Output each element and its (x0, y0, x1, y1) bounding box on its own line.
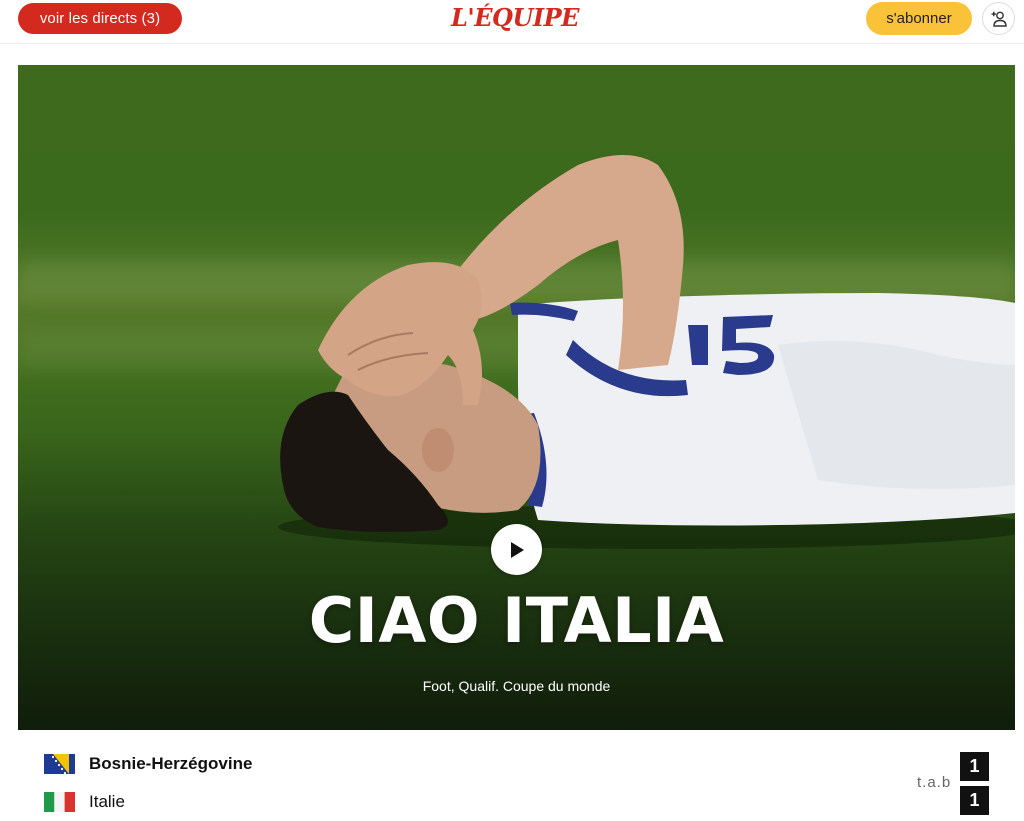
away-team-name: Italie (89, 792, 125, 811)
home-score: 1 (960, 752, 989, 781)
away-score: 1 (960, 786, 989, 815)
user-add-icon (991, 11, 1007, 27)
home-team-name: Bosnie-Herzégovine (89, 754, 253, 773)
article-headline[interactable]: CIAO ITALIA (18, 583, 1015, 659)
subscribe-button[interactable]: s'abonner (866, 2, 972, 35)
live-matches-button[interactable]: voir les directs (3) (18, 3, 182, 34)
team-row-home: Bosnie-Herzégovine (44, 752, 252, 776)
play-video-button[interactable] (491, 524, 542, 575)
play-icon (510, 541, 524, 558)
match-score-card[interactable]: Bosnie-Herzégovine Italie t.a.b 1 1 (0, 740, 1024, 821)
penalty-shootout-note: t.a.b (917, 774, 952, 791)
article-category: Foot, Qualif. Coupe du monde (422, 678, 611, 694)
hero-article[interactable]: CIAO ITALIA Foot, Qualif. Coupe du monde (18, 65, 1015, 730)
italy-flag-icon (44, 792, 75, 812)
lequipe-logo[interactable]: L'ÉQUIPE (450, 3, 580, 33)
account-button[interactable] (982, 2, 1015, 35)
top-header: voir les directs (3) L'ÉQUIPE s'abonner (0, 0, 1024, 44)
team-row-away: Italie (44, 790, 125, 814)
bosnia-flag-icon (44, 754, 75, 774)
